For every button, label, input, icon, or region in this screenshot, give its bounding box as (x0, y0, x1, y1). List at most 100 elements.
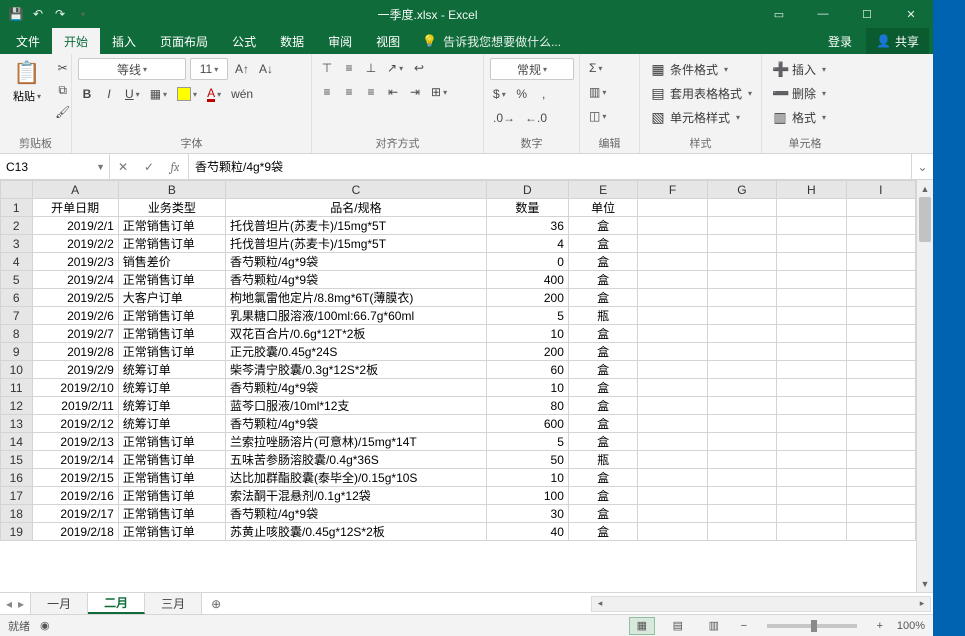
cell[interactable]: 兰索拉唑肠溶片(可意林)/15mg*14T (226, 433, 487, 451)
cell[interactable]: 统筹订单 (118, 415, 225, 433)
cell[interactable]: 正常销售订单 (118, 271, 225, 289)
cell[interactable] (777, 469, 846, 487)
cell[interactable]: 盒 (568, 235, 637, 253)
cell[interactable]: 2019/2/15 (32, 469, 118, 487)
cell[interactable]: 盒 (568, 253, 637, 271)
cell[interactable]: 正常销售订单 (118, 469, 225, 487)
format-as-table-button[interactable]: ▤套用表格格式 (646, 82, 756, 104)
cell[interactable]: 2019/2/2 (32, 235, 118, 253)
cell[interactable]: 4 (486, 235, 568, 253)
cell[interactable] (846, 199, 915, 217)
cell[interactable] (707, 199, 776, 217)
cell[interactable]: 2019/2/3 (32, 253, 118, 271)
scroll-down-button[interactable]: ▼ (917, 575, 933, 592)
cell[interactable] (846, 307, 915, 325)
cell[interactable]: 香芍颗粒/4g*9袋 (226, 253, 487, 271)
row-header[interactable]: 2 (1, 217, 33, 235)
cell[interactable]: 10 (486, 379, 568, 397)
cell[interactable] (707, 433, 776, 451)
cell[interactable]: 2019/2/11 (32, 397, 118, 415)
cell[interactable]: 盒 (568, 217, 637, 235)
cell[interactable] (777, 289, 846, 307)
accounting-format-button[interactable]: $ (490, 84, 509, 104)
sheet-nav-next-icon[interactable]: ▸ (18, 597, 24, 611)
cell[interactable] (707, 307, 776, 325)
cell[interactable]: 2019/2/7 (32, 325, 118, 343)
cell[interactable]: 开单日期 (32, 199, 118, 217)
cell[interactable]: 正常销售订单 (118, 523, 225, 541)
row-header[interactable]: 3 (1, 235, 33, 253)
scroll-right-button[interactable]: ▸ (914, 598, 930, 609)
col-header[interactable]: D (486, 181, 568, 199)
col-header[interactable]: I (846, 181, 915, 199)
decrease-font-button[interactable]: A↓ (256, 59, 276, 79)
decrease-decimal-button[interactable]: ←.0 (522, 108, 550, 128)
cell[interactable]: 五味苦参肠溶胶囊/0.4g*36S (226, 451, 487, 469)
cell[interactable] (638, 343, 707, 361)
cell[interactable] (707, 361, 776, 379)
cell[interactable]: 正常销售订单 (118, 505, 225, 523)
cell[interactable]: 正常销售订单 (118, 343, 225, 361)
scroll-left-button[interactable]: ◂ (592, 598, 608, 609)
cell[interactable] (846, 397, 915, 415)
cell[interactable] (638, 523, 707, 541)
cell[interactable]: 盒 (568, 505, 637, 523)
cell[interactable]: 10 (486, 469, 568, 487)
cell[interactable]: 盒 (568, 379, 637, 397)
save-icon[interactable]: 💾 (8, 6, 24, 22)
cell[interactable] (777, 361, 846, 379)
orientation-button[interactable]: ↗ (384, 58, 406, 78)
cell[interactable]: 2019/2/8 (32, 343, 118, 361)
cell[interactable]: 销售差价 (118, 253, 225, 271)
scroll-up-button[interactable]: ▲ (917, 180, 933, 197)
cut-button[interactable]: ✂ (52, 58, 73, 78)
cell[interactable]: 正常销售订单 (118, 433, 225, 451)
minimize-button[interactable]: — (801, 0, 845, 28)
new-sheet-button[interactable]: ⊕ (202, 593, 230, 614)
sheet-tab-feb[interactable]: 二月 (88, 593, 145, 614)
zoom-slider[interactable] (767, 624, 857, 628)
cell[interactable] (707, 523, 776, 541)
cell[interactable]: 达比加群酯胶囊(泰毕全)/0.15g*10S (226, 469, 487, 487)
cell[interactable]: 统筹订单 (118, 397, 225, 415)
cell[interactable]: 2019/2/4 (32, 271, 118, 289)
cell[interactable]: 盒 (568, 343, 637, 361)
row-header[interactable]: 5 (1, 271, 33, 289)
cell[interactable]: 2019/2/13 (32, 433, 118, 451)
col-header[interactable]: B (118, 181, 225, 199)
font-size-select[interactable]: 11 (190, 58, 228, 80)
cell[interactable]: 2019/2/1 (32, 217, 118, 235)
cell[interactable] (777, 307, 846, 325)
cell[interactable] (846, 289, 915, 307)
cell[interactable] (777, 253, 846, 271)
cell[interactable] (638, 487, 707, 505)
cell[interactable]: 600 (486, 415, 568, 433)
align-middle-button[interactable]: ≡ (340, 58, 358, 78)
wrap-text-button[interactable]: ↩ (410, 58, 428, 78)
insert-cells-button[interactable]: ➕插入 (768, 58, 830, 80)
cell[interactable] (638, 505, 707, 523)
cell[interactable]: 品名/规格 (226, 199, 487, 217)
increase-indent-button[interactable]: ⇥ (406, 82, 424, 102)
cell[interactable] (707, 217, 776, 235)
cell[interactable] (777, 379, 846, 397)
macro-record-icon[interactable]: ◉ (40, 619, 50, 632)
cell[interactable]: 200 (486, 289, 568, 307)
insert-function-button[interactable]: fx (162, 160, 188, 174)
row-header[interactable]: 14 (1, 433, 33, 451)
cell[interactable] (846, 433, 915, 451)
zoom-out-button[interactable]: − (737, 620, 751, 632)
align-bottom-button[interactable]: ⊥ (362, 58, 380, 78)
cell[interactable] (707, 415, 776, 433)
cell[interactable] (638, 433, 707, 451)
sheet-tab-mar[interactable]: 三月 (145, 593, 202, 614)
cell[interactable]: 托伐普坦片(苏麦卡)/15mg*5T (226, 235, 487, 253)
spreadsheet-grid[interactable]: A B C D E F G H I 1开单日期业务类型品名/规格数量单位2201… (0, 180, 916, 592)
cell[interactable]: 统筹订单 (118, 361, 225, 379)
ribbon-options-icon[interactable]: ▭ (757, 0, 801, 28)
cell[interactable] (707, 487, 776, 505)
row-header[interactable]: 18 (1, 505, 33, 523)
cell[interactable] (638, 271, 707, 289)
row-header[interactable]: 8 (1, 325, 33, 343)
autosum-button[interactable]: Σ (586, 58, 605, 78)
